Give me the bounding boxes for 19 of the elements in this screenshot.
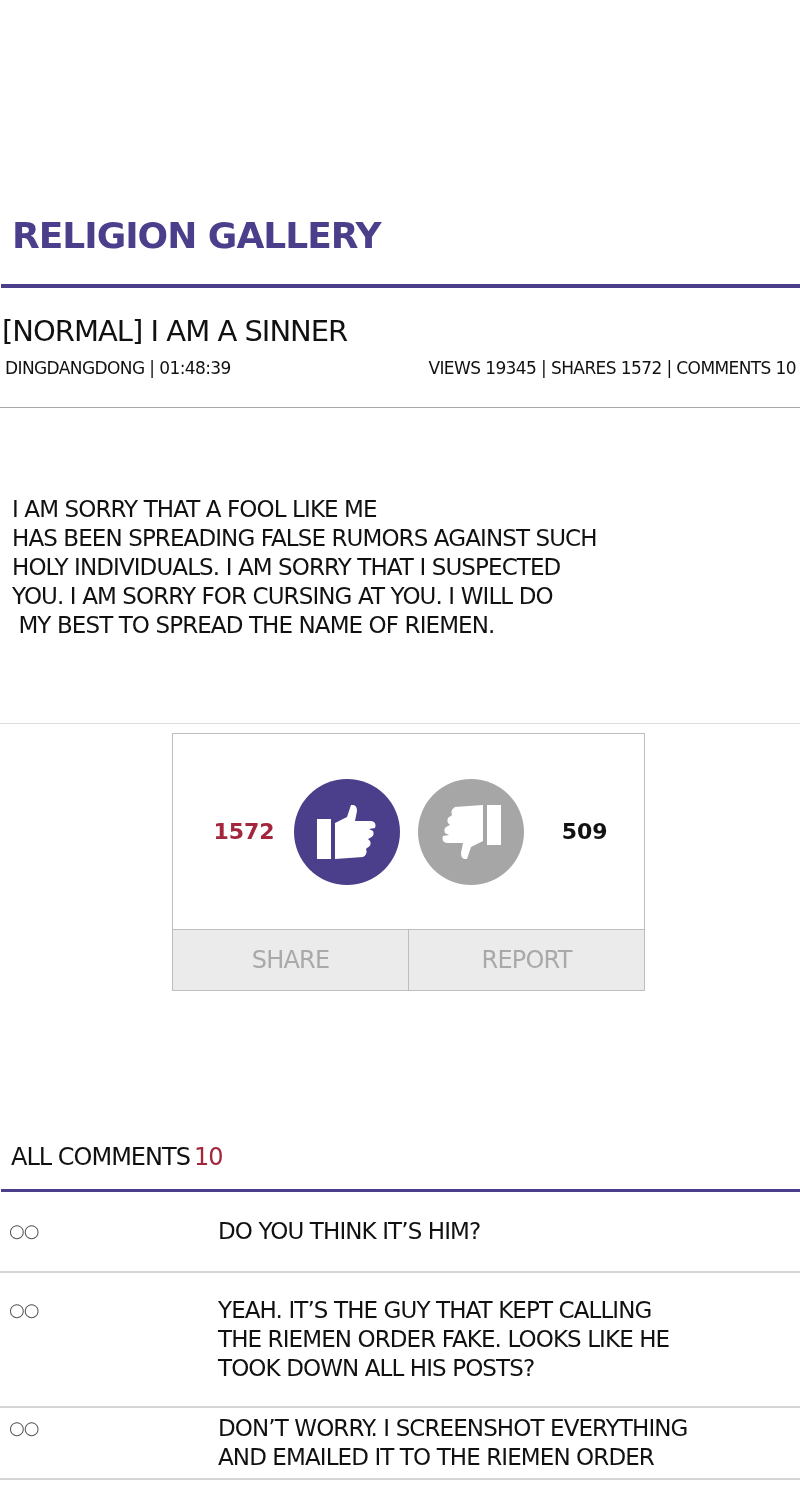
- comment-text: DO YOU THINK IT’S HIM?: [218, 1217, 482, 1246]
- comment-author: ○○: [9, 1417, 39, 1439]
- comments-title: ALL COMMENTS: [11, 1142, 190, 1173]
- comment-text: DON’T WORRY. I SCREENSHOT EVERYTHING AND EMAILED IT TO THE RIEMEN ORDER: [218, 1414, 689, 1472]
- vote-count: 509: [561, 819, 608, 844]
- comment-text: YEAH. IT’S THE GUY THAT KEPT CALLING THE RIEMEN ORDER FAKE. LOOKS LIKE HE TOOK DOWN ALL HIS POSTS?: [218, 1296, 671, 1383]
- gallery-title: RELIGION GALLERY: [12, 214, 381, 258]
- post-stats: VIEWS 19345 | SHARES 1572 | COMMENTS 10: [428, 357, 796, 380]
- vote-count: 1572: [213, 819, 275, 844]
- action-button[interactable]: REPORT: [408, 930, 644, 990]
- thumbs-up-icon: [316, 804, 377, 859]
- post-body: I AM SORRY THAT A FOOL LIKE ME HAS BEEN SPREADING FALSE RUMORS AGAINST SUCH HOLY INDIVIDUALS. I AM SORRY THAT I SUSPECTED YOU. I AM SORRY FOR CURSING AT YOU. I WILL DO MY BEST TO SPREAD THE NAME OF RIEMEN.: [12, 495, 597, 640]
- comments-count: 10: [193, 1142, 223, 1173]
- action-button[interactable]: SHARE: [173, 930, 408, 990]
- post-byline: DINGDANGDONG | 01:48:39: [5, 357, 231, 380]
- post-title: [NORMAL] I AM A SINNER: [2, 313, 348, 350]
- comment-author: ○○: [9, 1220, 39, 1242]
- comment-author: ○○: [9, 1299, 39, 1321]
- thumbs-down-icon: [440, 804, 501, 859]
